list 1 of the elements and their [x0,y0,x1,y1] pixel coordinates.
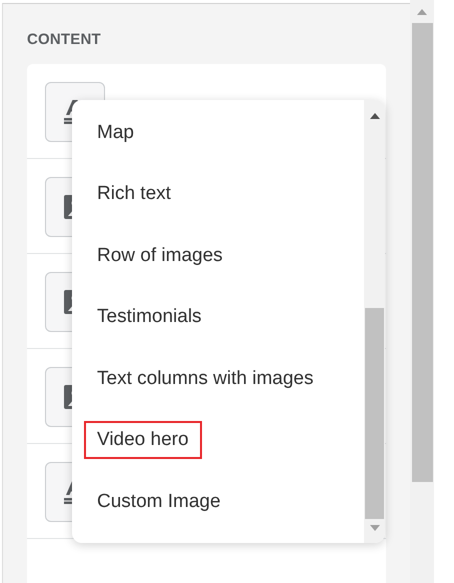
section-heading: CONTENT [27,31,102,48]
